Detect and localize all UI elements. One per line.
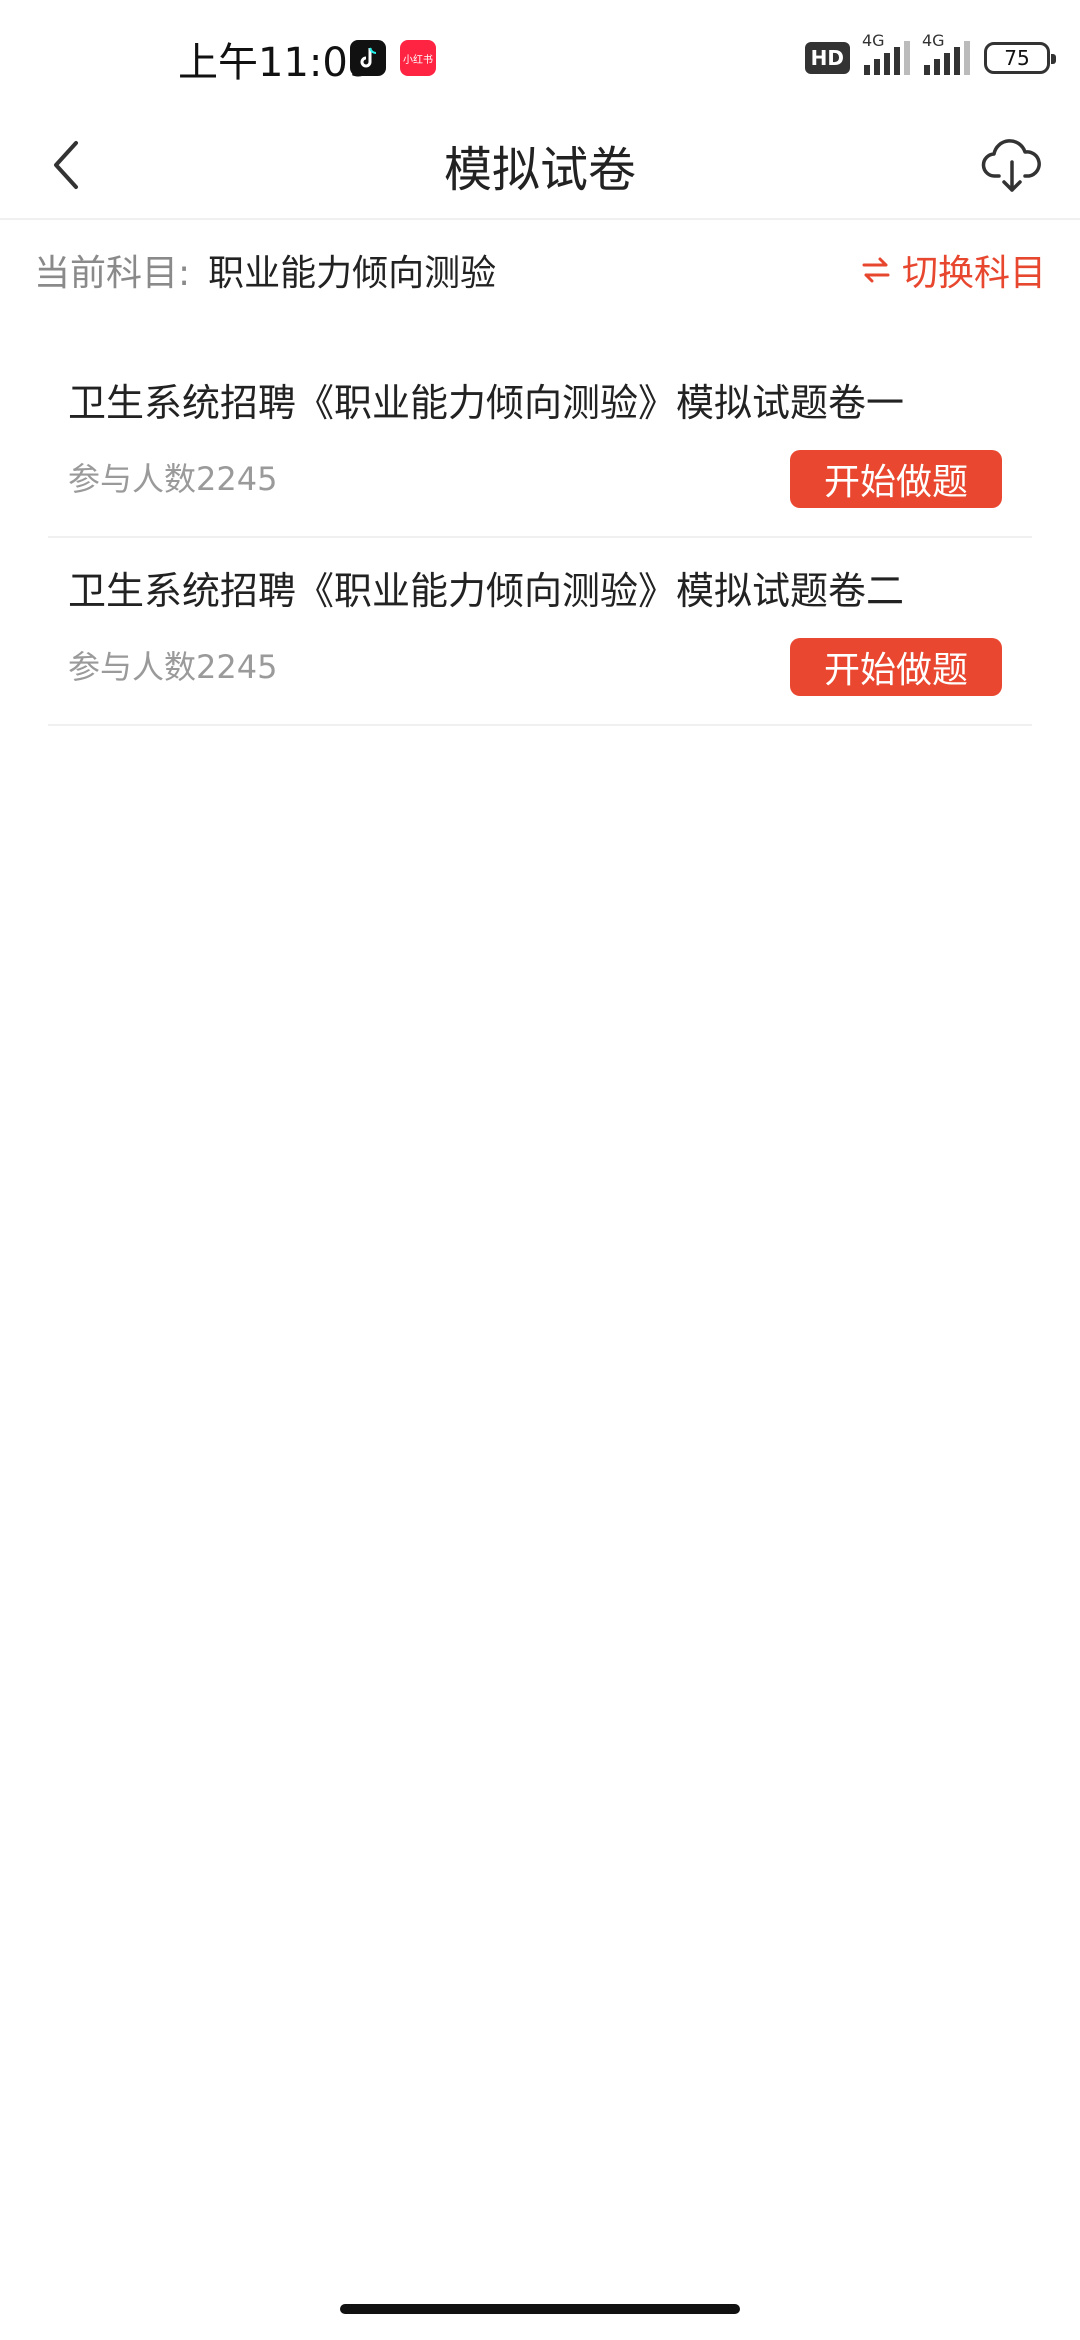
list-item[interactable]: 卫生系统招聘《职业能力倾向测验》模拟试题卷一 参与人数2245 开始做题	[48, 350, 1032, 538]
status-time: 上午11:09	[178, 40, 374, 86]
download-button[interactable]	[972, 120, 1052, 210]
home-indicator[interactable]	[340, 2304, 740, 2314]
participant-count: 参与人数2245	[68, 648, 278, 686]
tiktok-app-icon	[350, 40, 386, 76]
paper-list: 卫生系统招聘《职业能力倾向测验》模拟试题卷一 参与人数2245 开始做题 卫生系…	[48, 350, 1032, 726]
battery-icon: 75	[984, 42, 1056, 74]
xiaohongshu-app-icon: 小红书	[400, 40, 436, 76]
page-title: 模拟试卷	[443, 142, 636, 198]
start-quiz-button[interactable]: 开始做题	[790, 638, 1002, 696]
hd-badge: HD	[804, 42, 850, 74]
battery-level: 75	[1004, 46, 1030, 70]
switch-subject-button[interactable]: 切换科目	[860, 244, 1046, 296]
signal-icon-2: 4G	[922, 31, 970, 75]
subject-value: 职业能力倾向测验	[208, 253, 497, 294]
status-bar: 上午11:09 小红书 HD 4G 4G 75	[0, 0, 1080, 110]
start-quiz-button[interactable]: 开始做题	[790, 450, 1002, 508]
app-header: 模拟试卷	[0, 110, 1080, 220]
subject-bar: 当前科目: 职业能力倾向测验 切换科目	[0, 222, 1080, 318]
paper-title: 卫生系统招聘《职业能力倾向测验》模拟试题卷一	[68, 381, 905, 425]
swap-arrows-icon	[862, 257, 890, 283]
signal-icon-1: 4G	[862, 31, 910, 75]
network-type-2: 4G	[922, 31, 945, 50]
paper-title: 卫生系统招聘《职业能力倾向测验》模拟试题卷二	[68, 569, 905, 613]
participant-count: 参与人数2245	[68, 460, 278, 498]
network-type-1: 4G	[862, 31, 885, 50]
switch-subject-label: 切换科目	[901, 253, 1046, 294]
subject-label: 当前科目:	[34, 253, 191, 294]
cloud-download-icon	[981, 139, 1041, 192]
status-indicators: HD 4G 4G 75	[804, 31, 1056, 78]
list-item[interactable]: 卫生系统招聘《职业能力倾向测验》模拟试题卷二 参与人数2245 开始做题	[48, 538, 1032, 726]
